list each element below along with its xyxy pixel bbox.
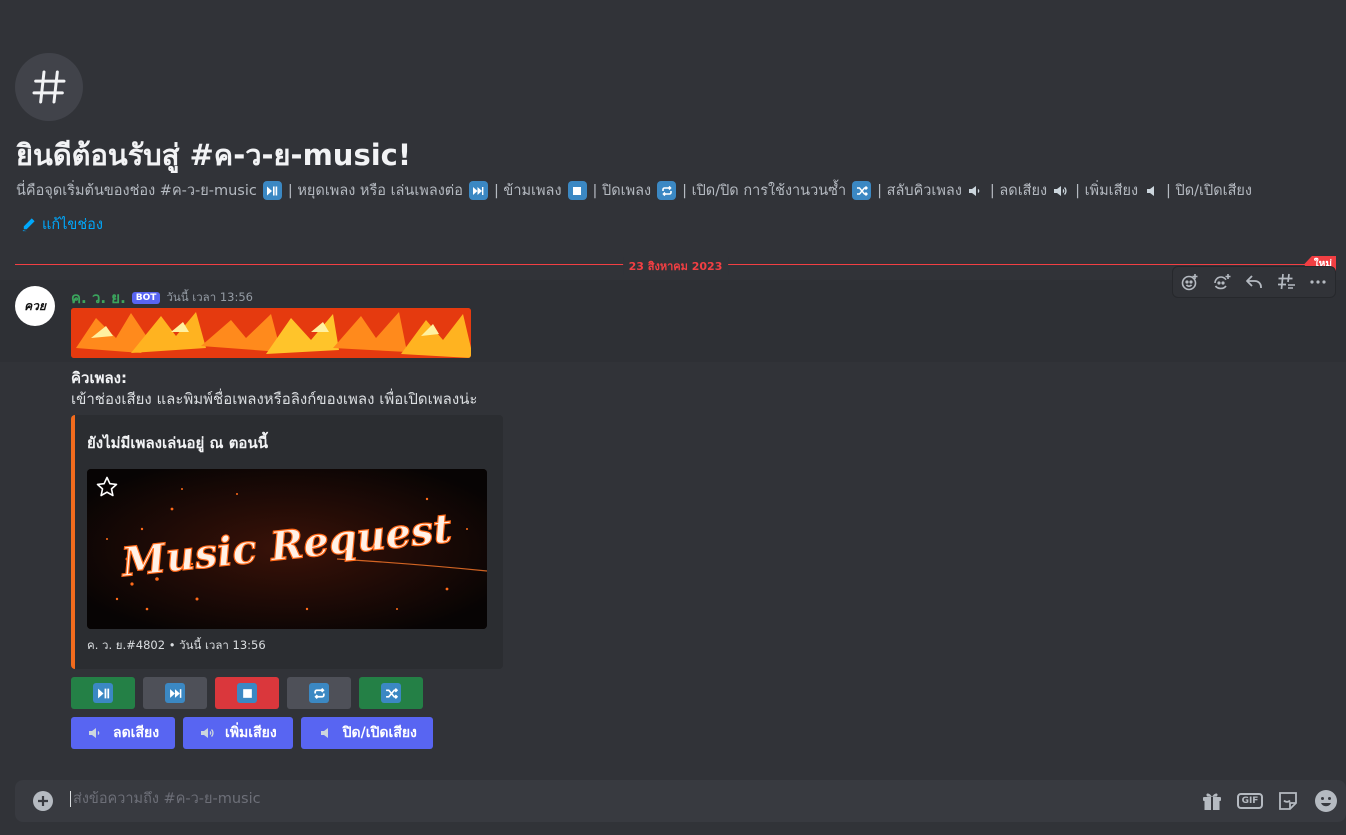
bot-tag: BOT xyxy=(131,292,161,304)
star-icon[interactable] xyxy=(95,475,119,499)
mute-toggle-label: ปิด/เปิดเสียง xyxy=(342,725,417,741)
embed-title: ยังไม่มีเพลงเล่นอยู่ ณ ตอนนี้ xyxy=(87,434,268,452)
stop-icon xyxy=(237,683,257,703)
channel-hash-icon xyxy=(15,53,83,121)
speaker-high-emoji-icon xyxy=(1054,185,1067,196)
volume-down-label: ลดเสียง xyxy=(113,725,160,741)
pencil-icon xyxy=(22,218,35,232)
welcome-title: ยินดีต้อนรับสู่ #ค-ว-ย-music! xyxy=(16,138,412,172)
shuffle-emoji-icon xyxy=(852,181,872,200)
emoji-button[interactable] xyxy=(1314,789,1338,813)
play-pause-button[interactable] xyxy=(71,677,135,709)
fire-banner-image[interactable] xyxy=(71,308,471,358)
speaker-high-icon xyxy=(201,728,214,738)
repeat-emoji-icon xyxy=(657,181,677,200)
desc-segment: | ปิด/เปิดเสียง xyxy=(1166,183,1253,199)
reply-button[interactable] xyxy=(1241,269,1267,295)
add-attachment-icon[interactable] xyxy=(32,790,54,812)
message-toolbar xyxy=(1172,266,1336,298)
skip-button[interactable] xyxy=(143,677,207,709)
stop-button[interactable] xyxy=(215,677,279,709)
message-timestamp: วันนี้ เวลา 13:56 xyxy=(166,290,253,304)
gif-icon: GIF xyxy=(1236,793,1264,809)
player-controls-row xyxy=(71,677,423,709)
thread-icon xyxy=(1278,273,1295,290)
speaker-low-icon xyxy=(89,728,100,738)
gift-icon xyxy=(1203,793,1221,810)
volume-down-button[interactable]: ลดเสียง xyxy=(71,717,176,749)
music-embed: ยังไม่มีเพลงเล่นอยู่ ณ ตอนนี้ Music Requ… xyxy=(71,415,503,669)
speaker-low-emoji-icon xyxy=(968,185,980,196)
message-input[interactable] xyxy=(70,791,1170,807)
sticker-button[interactable] xyxy=(1276,789,1300,813)
add-reaction-button[interactable] xyxy=(1177,269,1203,295)
next-track-icon xyxy=(165,683,185,703)
speaker-mute-icon xyxy=(320,728,328,738)
speaker-mute-emoji-icon xyxy=(1147,185,1155,196)
queue-instructions: เข้าช่องเสียง และพิมพ์ชื่อเพลงหรือลิงก์ข… xyxy=(71,390,478,408)
gift-button[interactable] xyxy=(1200,789,1224,813)
divider-date: 23 สิงหาคม 2023 xyxy=(622,257,729,275)
composer-actions: GIF xyxy=(1200,789,1338,813)
desc-segment: | ลดเสียง xyxy=(989,183,1048,199)
play-pause-emoji-icon xyxy=(262,181,282,200)
emoji-smile-icon xyxy=(1315,790,1337,812)
message-composer: GIF xyxy=(15,780,1346,822)
desc-segment: นี่คือจุดเริ่มต้นของช่อง #ค-ว-ย-music xyxy=(16,183,257,199)
desc-segment: | เปิด/ปิด การใช้งานวนซ้ำ xyxy=(682,183,847,199)
more-icon xyxy=(1310,280,1326,284)
desc-segment: | เพิ่มเสียง xyxy=(1075,183,1139,199)
mute-toggle-button[interactable]: ปิด/เปิดเสียง xyxy=(300,717,433,749)
create-thread-button[interactable] xyxy=(1273,269,1299,295)
play-pause-icon xyxy=(93,683,113,703)
gif-button[interactable]: GIF xyxy=(1236,789,1264,813)
message-header: ค. ว. ย. BOT วันนี้ เวลา 13:56 xyxy=(71,286,253,310)
desc-segment: | ข้ามเพลง xyxy=(493,183,562,199)
add-reaction-icon xyxy=(1181,274,1198,291)
desc-segment: | ปิดเพลง xyxy=(592,183,652,199)
stop-emoji-icon xyxy=(567,181,587,200)
music-request-image[interactable]: Music Request xyxy=(87,469,487,629)
super-reaction-button[interactable] xyxy=(1209,269,1235,295)
embed-footer: ค. ว. ย.#4802 • วันนี้ เวลา 13:56 xyxy=(87,638,266,652)
volume-up-button[interactable]: เพิ่มเสียง xyxy=(183,717,293,749)
shuffle-button[interactable] xyxy=(359,677,423,709)
shuffle-icon xyxy=(381,683,401,703)
reply-icon xyxy=(1246,275,1262,288)
sticker-icon xyxy=(1279,792,1297,810)
desc-segment: | หยุดเพลง หรือ เล่นเพลงต่อ xyxy=(287,183,463,199)
username[interactable]: ค. ว. ย. xyxy=(71,286,126,310)
edit-channel-label: แก้ไขช่อง xyxy=(42,217,103,233)
repeat-icon xyxy=(309,683,329,703)
desc-segment: | สลับคิวเพลง xyxy=(877,183,962,199)
volume-up-label: เพิ่มเสียง xyxy=(225,725,277,741)
more-options-button[interactable] xyxy=(1305,269,1331,295)
welcome-description: นี่คือจุดเริ่มต้นของช่อง #ค-ว-ย-music | … xyxy=(16,179,1336,202)
next-track-emoji-icon xyxy=(468,181,488,200)
date-divider: 23 สิงหาคม 2023 ใหม่ xyxy=(15,256,1336,275)
avatar[interactable]: ควย xyxy=(15,286,55,326)
volume-controls-row: ลดเสียง เพิ่มเสียง ปิด/เปิดเสียง xyxy=(71,717,433,749)
repeat-button[interactable] xyxy=(287,677,351,709)
edit-channel-link[interactable]: แก้ไขช่อง xyxy=(21,213,103,236)
super-reaction-icon xyxy=(1214,274,1231,290)
